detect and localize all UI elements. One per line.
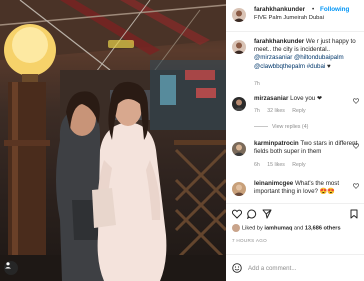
caption-time[interactable]: 7h: [254, 81, 260, 87]
comment-body: Love you ❤: [290, 95, 323, 102]
comment-item: mirzasaniar Love you ❤ 7h 32 likes Reply: [226, 95, 364, 119]
comment-meta: 6h 15 likes Reply: [254, 162, 312, 168]
bookmark-icon[interactable]: [349, 209, 359, 219]
view-replies-button[interactable]: View replies (4): [254, 124, 308, 130]
likes-middle: and: [292, 225, 305, 232]
view-replies-label: View replies (4): [272, 124, 309, 130]
comment-icon[interactable]: [247, 209, 257, 219]
comment-username[interactable]: leinanimcgee: [254, 180, 293, 187]
separator-dot: •: [312, 6, 315, 13]
comment-text: karminpatrocin Two stars in different fi…: [254, 140, 360, 156]
heart-icon[interactable]: [232, 209, 242, 219]
comment-time[interactable]: 6h: [254, 162, 260, 168]
following-button[interactable]: Following: [320, 6, 349, 13]
comment-likes[interactable]: 32 likes: [267, 108, 285, 114]
caption-username[interactable]: farahkhankunder: [254, 38, 304, 45]
comment-text: leinanimcgee What's the most important t…: [254, 180, 360, 196]
likes-count[interactable]: 13,686 others: [305, 225, 341, 231]
add-comment-bar: [226, 254, 364, 281]
avatar[interactable]: [232, 40, 246, 54]
caption-meta: 7h: [254, 81, 266, 87]
post-photo-scene: [0, 0, 226, 281]
caption-heart: ♥: [327, 62, 331, 70]
post-actions: [226, 203, 364, 221]
caption-text: farahkhankunder We r just happy to meet.…: [254, 38, 360, 71]
comment-item: karminpatrocin Two stars in different fi…: [226, 140, 364, 172]
reply-button[interactable]: Reply: [292, 162, 305, 168]
post-caption: farahkhankunder We r just happy to meet.…: [226, 38, 364, 88]
share-icon[interactable]: [262, 209, 272, 219]
post-username[interactable]: farahkhankunder: [254, 6, 305, 13]
avatar[interactable]: [232, 97, 246, 111]
post-header: farahkhankunder • Following FIVE Palm Ju…: [226, 0, 364, 32]
emoji-icon[interactable]: [232, 263, 242, 273]
post-sidebar: farahkhankunder • Following FIVE Palm Ju…: [226, 0, 364, 281]
comment-username[interactable]: mirzasaniar: [254, 95, 288, 102]
avatar[interactable]: [232, 142, 246, 156]
heart-icon[interactable]: [353, 98, 359, 104]
comment-meta: 7h 32 likes Reply: [254, 108, 312, 114]
post-time[interactable]: 7 HOURS AGO: [232, 238, 267, 243]
post-photo[interactable]: [0, 0, 226, 281]
reply-button[interactable]: Reply: [292, 108, 305, 114]
comment-input[interactable]: [248, 262, 338, 274]
heart-icon[interactable]: [353, 183, 359, 189]
user-tag-icon[interactable]: [4, 261, 18, 275]
comment-likes[interactable]: 15 likes: [267, 162, 285, 168]
avatar[interactable]: [232, 182, 246, 196]
liker-avatar: [232, 224, 240, 232]
liker-username[interactable]: iamhumaq: [264, 225, 292, 231]
heart-icon[interactable]: [353, 143, 359, 149]
likes-summary[interactable]: Liked by iamhumaq and 13,686 others: [232, 224, 341, 232]
avatar[interactable]: [232, 8, 246, 22]
post-location[interactable]: FIVE Palm Jumeirah Dubai: [254, 15, 324, 21]
replies-divider: [254, 126, 268, 128]
likes-prefix: Liked by: [242, 225, 265, 232]
comment-username[interactable]: karminpatrocin: [254, 140, 299, 147]
comment-time[interactable]: 7h: [254, 108, 260, 114]
comment-item: leinanimcgee What's the most important t…: [226, 180, 364, 202]
comment-text: mirzasaniar Love you ❤: [254, 95, 360, 103]
